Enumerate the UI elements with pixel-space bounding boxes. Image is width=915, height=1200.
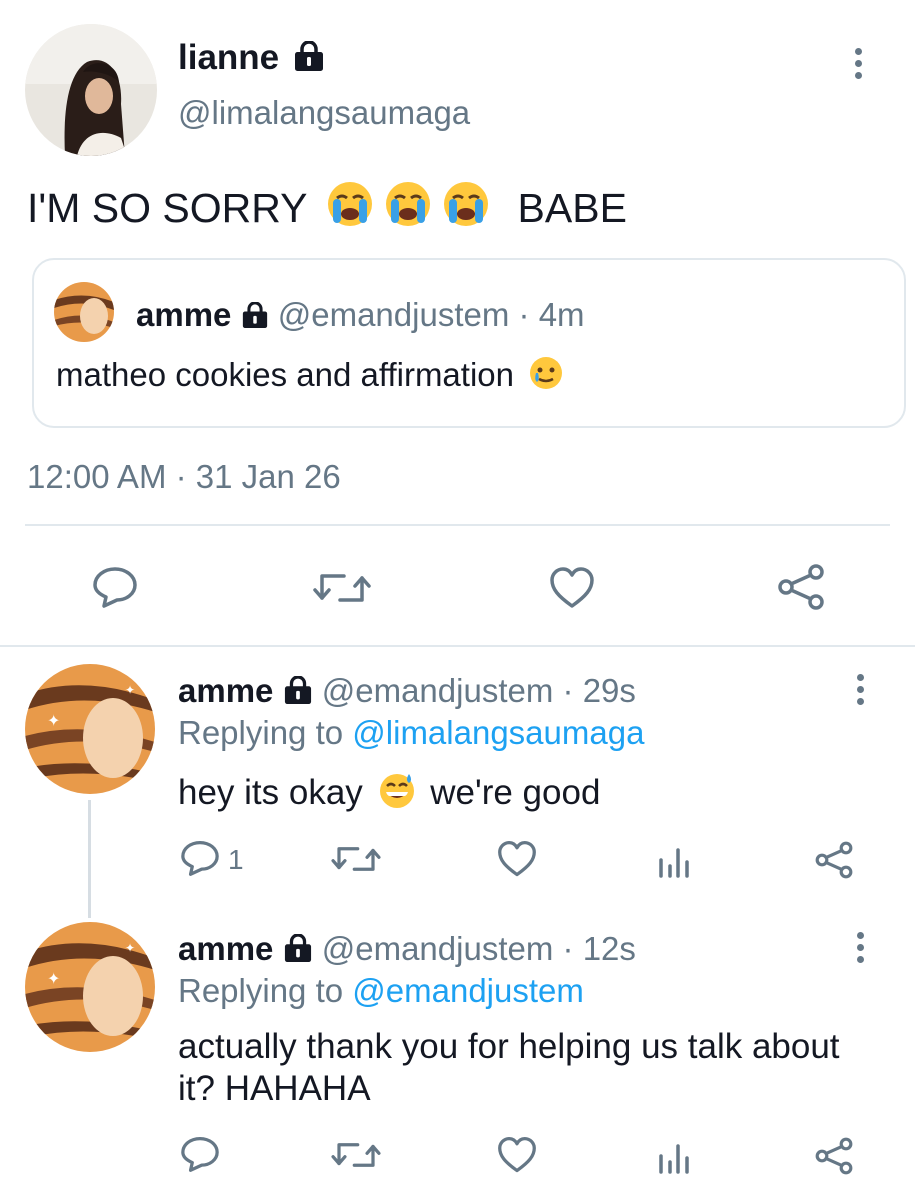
share-icon[interactable] [776,562,826,612]
replying-to: Replying to @emandjustem [178,972,584,1009]
like-icon[interactable] [548,566,596,610]
tweet-timestamp: 12:00 AM · 31 Jan 26 [27,458,341,495]
reply-text: actually thank you for helping us talk a… [178,1027,840,1108]
tweet-text: I'M SO SORRY BABE [27,178,627,240]
like-icon[interactable] [496,840,538,878]
like-icon[interactable] [496,1136,538,1174]
reply-text: hey its okay we're good [178,770,600,819]
avatar[interactable]: ✦ ✦ [25,922,155,1052]
svg-text:✦: ✦ [47,713,60,730]
svg-text:✦: ✦ [125,683,135,697]
retweet-icon[interactable] [312,568,372,608]
retweet-icon[interactable] [330,842,382,876]
reply-icon[interactable] [180,840,220,876]
section-divider [0,645,915,647]
share-icon[interactable] [814,840,854,880]
loudly-crying-face-icon [324,178,494,240]
lock-icon [241,298,269,336]
more-options-icon[interactable] [854,48,862,84]
svg-text:✦: ✦ [47,971,60,988]
thread-line [88,800,91,918]
divider [25,524,890,526]
reply-header: amme @emandjustem · 12s [178,930,636,970]
reply-icon[interactable] [180,1136,220,1172]
lock-icon [283,932,313,970]
author-handle[interactable]: @limalangsaumaga [178,94,470,132]
reply-count: 1 [228,844,244,875]
analytics-icon[interactable] [658,1140,690,1174]
reply-header: amme @emandjustem · 29s [178,672,636,712]
avatar[interactable]: ✦ ✦ [25,664,155,794]
lock-icon [293,40,325,80]
lock-icon [283,674,313,712]
author-name[interactable]: lianne [178,38,325,80]
svg-text:✦: ✦ [125,941,135,955]
grinning-face-with-sweat-icon [377,770,417,819]
retweet-icon[interactable] [330,1138,382,1172]
share-icon[interactable] [814,1136,854,1176]
avatar [54,282,114,342]
more-options-icon[interactable] [856,674,864,710]
face-holding-back-tears-icon [527,354,565,400]
analytics-icon[interactable] [658,844,690,878]
quoted-header: amme @emandjustem · 4m [136,296,585,336]
quoted-tweet[interactable]: amme @emandjustem · 4m matheo cookies an… [32,258,906,428]
quoted-text: matheo cookies and affirmation [56,354,565,400]
more-options-icon[interactable] [856,932,864,968]
replying-to: Replying to @limalangsaumaga [178,714,645,751]
reply-icon[interactable] [92,566,138,608]
avatar[interactable] [25,24,157,156]
